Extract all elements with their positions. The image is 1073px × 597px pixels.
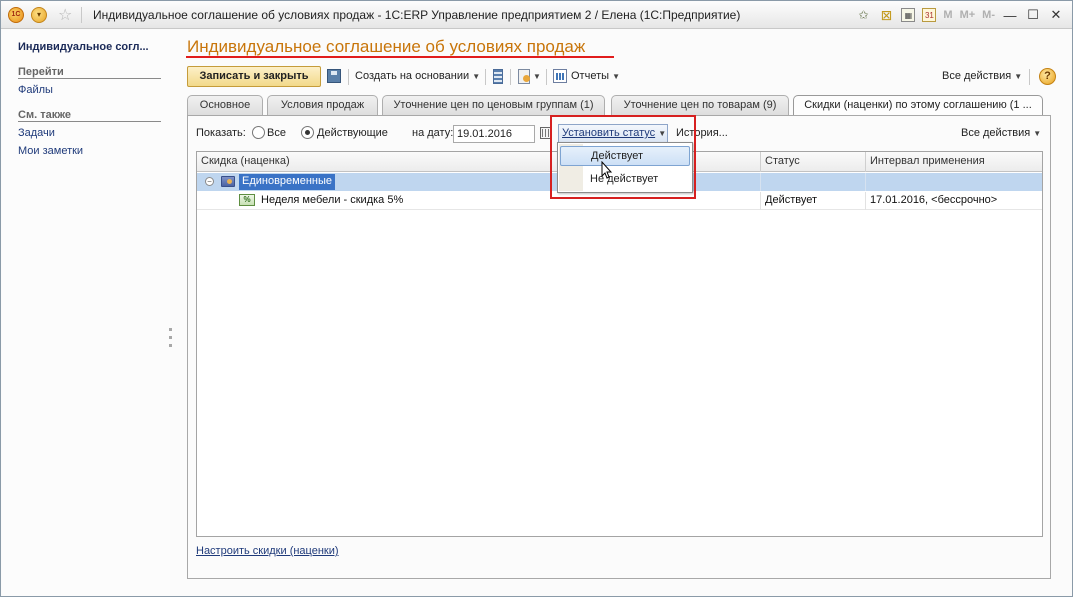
mouse-cursor-icon [601, 161, 613, 179]
tab-main[interactable]: Основное [187, 95, 263, 115]
reports-label: Отчеты [571, 70, 610, 82]
help-icon[interactable]: ? [1039, 68, 1056, 85]
form-toolbar: Записать и закрыть Создать на основании … [187, 66, 1056, 88]
application-window: 1C ▾ ☆ Индивидуальное соглашение об усло… [0, 0, 1073, 597]
title-highlight-underline [186, 56, 614, 58]
maximize-icon[interactable]: ☐ [1025, 7, 1041, 23]
show-label: Показать: [196, 127, 246, 139]
nav-link-files[interactable]: Файлы [18, 84, 53, 96]
group-status-cell [761, 173, 866, 191]
navigation-panel: Индивидуальное согл... Перейти Файлы См.… [2, 30, 172, 596]
all-actions-label: Все действия [942, 70, 1012, 82]
memory-plus-button[interactable]: M+ [960, 9, 976, 21]
calendar-icon[interactable]: 31 [922, 8, 937, 22]
radio-all-label[interactable]: Все [267, 127, 286, 139]
window-title: Индивидуальное соглашение об условиях пр… [93, 8, 741, 22]
nav-section-see-also: См. также [18, 109, 71, 121]
tab-strip: Основное Условия продаж Уточнение цен по… [187, 95, 1057, 116]
chevron-down-icon: ▼ [472, 72, 481, 81]
memory-minus-button[interactable]: M- [982, 9, 995, 21]
nav-section-goto: Перейти [18, 66, 64, 78]
save-icon[interactable] [327, 69, 341, 83]
toolbar-separator [1029, 69, 1030, 85]
chevron-down-icon: ▼ [612, 72, 621, 81]
print-document-icon[interactable] [518, 69, 530, 84]
page-title: Индивидуальное соглашение об условиях пр… [187, 37, 586, 56]
structure-list-icon[interactable] [493, 69, 503, 84]
add-favorite-icon[interactable]: ✩ [855, 7, 871, 23]
toolbar-separator [485, 69, 486, 85]
grid-all-actions-label: Все действия [961, 127, 1031, 139]
toolbar-separator [510, 69, 511, 85]
memory-button[interactable]: M [943, 9, 952, 21]
chevron-down-icon: ▼ [533, 72, 541, 81]
nav-link-tasks[interactable]: Задачи [18, 127, 55, 139]
grid-all-actions-button[interactable]: Все действия ▼ [961, 127, 1041, 139]
group-name: Единовременные [239, 174, 336, 190]
tab-discounts[interactable]: Скидки (наценки) по этому соглашению (1 … [793, 95, 1043, 116]
nav-current-form[interactable]: Индивидуальное согл... [18, 41, 149, 53]
minimize-icon[interactable]: — [1002, 8, 1018, 23]
group-folder-icon [221, 176, 235, 187]
title-bar: 1C ▾ ☆ Индивидуальное соглашение об усло… [1, 1, 1072, 29]
history-favorites-icon[interactable]: ⊠ [878, 7, 894, 23]
nav-link-notes[interactable]: Мои заметки [18, 145, 83, 157]
tab-price-groups[interactable]: Уточнение цен по ценовым группам (1) [382, 95, 605, 115]
reports-button[interactable]: Отчеты ▼ [571, 70, 620, 82]
discount-name: Неделя мебели - скидка 5% [261, 194, 404, 206]
tab-price-items[interactable]: Уточнение цен по товарам (9) [611, 95, 789, 115]
save-and-close-button[interactable]: Записать и закрыть [187, 66, 321, 87]
discounts-table[interactable]: Скидка (наценка) Статус Интервал примене… [196, 151, 1043, 537]
radio-active[interactable] [301, 126, 314, 139]
chevron-down-icon: ▼ [1033, 129, 1042, 138]
discount-status: Действует [761, 192, 866, 210]
toolbar-separator [546, 69, 547, 85]
date-label: на дату: [412, 127, 454, 139]
reports-icon[interactable] [553, 69, 567, 83]
all-actions-button[interactable]: Все действия ▼ [942, 70, 1022, 82]
title-separator [81, 7, 82, 23]
title-toolbar-right: ✩ ⊠ ▦ 31 M M+ M- — ☐ ✕ [855, 5, 1064, 25]
date-input[interactable]: 19.01.2016 [453, 125, 535, 143]
chevron-down-icon: ▼ [1014, 72, 1023, 81]
calculator-icon[interactable]: ▦ [901, 8, 916, 22]
app-logo-icon[interactable]: 1C [8, 7, 24, 23]
annotation-highlight-frame [550, 115, 696, 199]
close-icon[interactable]: ✕ [1048, 7, 1064, 23]
main-menu-icon[interactable]: ▾ [31, 7, 47, 23]
tab-sales-conditions[interactable]: Условия продаж [267, 95, 378, 115]
group-interval-cell [866, 173, 1042, 191]
favorites-star-icon[interactable]: ☆ [58, 5, 72, 25]
column-interval[interactable]: Интервал применения [866, 152, 1042, 172]
toolbar-separator [348, 69, 349, 85]
discount-interval: 17.01.2016, <бессрочно> [870, 194, 998, 206]
nav-divider [18, 121, 161, 122]
radio-all[interactable] [252, 126, 265, 139]
collapse-icon[interactable]: − [205, 177, 214, 186]
nav-divider [18, 78, 161, 79]
configure-discounts-link[interactable]: Настроить скидки (наценки) [196, 545, 339, 557]
create-based-on-label: Создать на основании [355, 70, 470, 82]
radio-active-label[interactable]: Действующие [317, 127, 388, 139]
discount-icon: % [239, 194, 255, 206]
print-dropdown-caret[interactable]: ▼ [533, 70, 541, 82]
create-based-on-button[interactable]: Создать на основании ▼ [355, 70, 480, 82]
column-status[interactable]: Статус [761, 152, 866, 172]
